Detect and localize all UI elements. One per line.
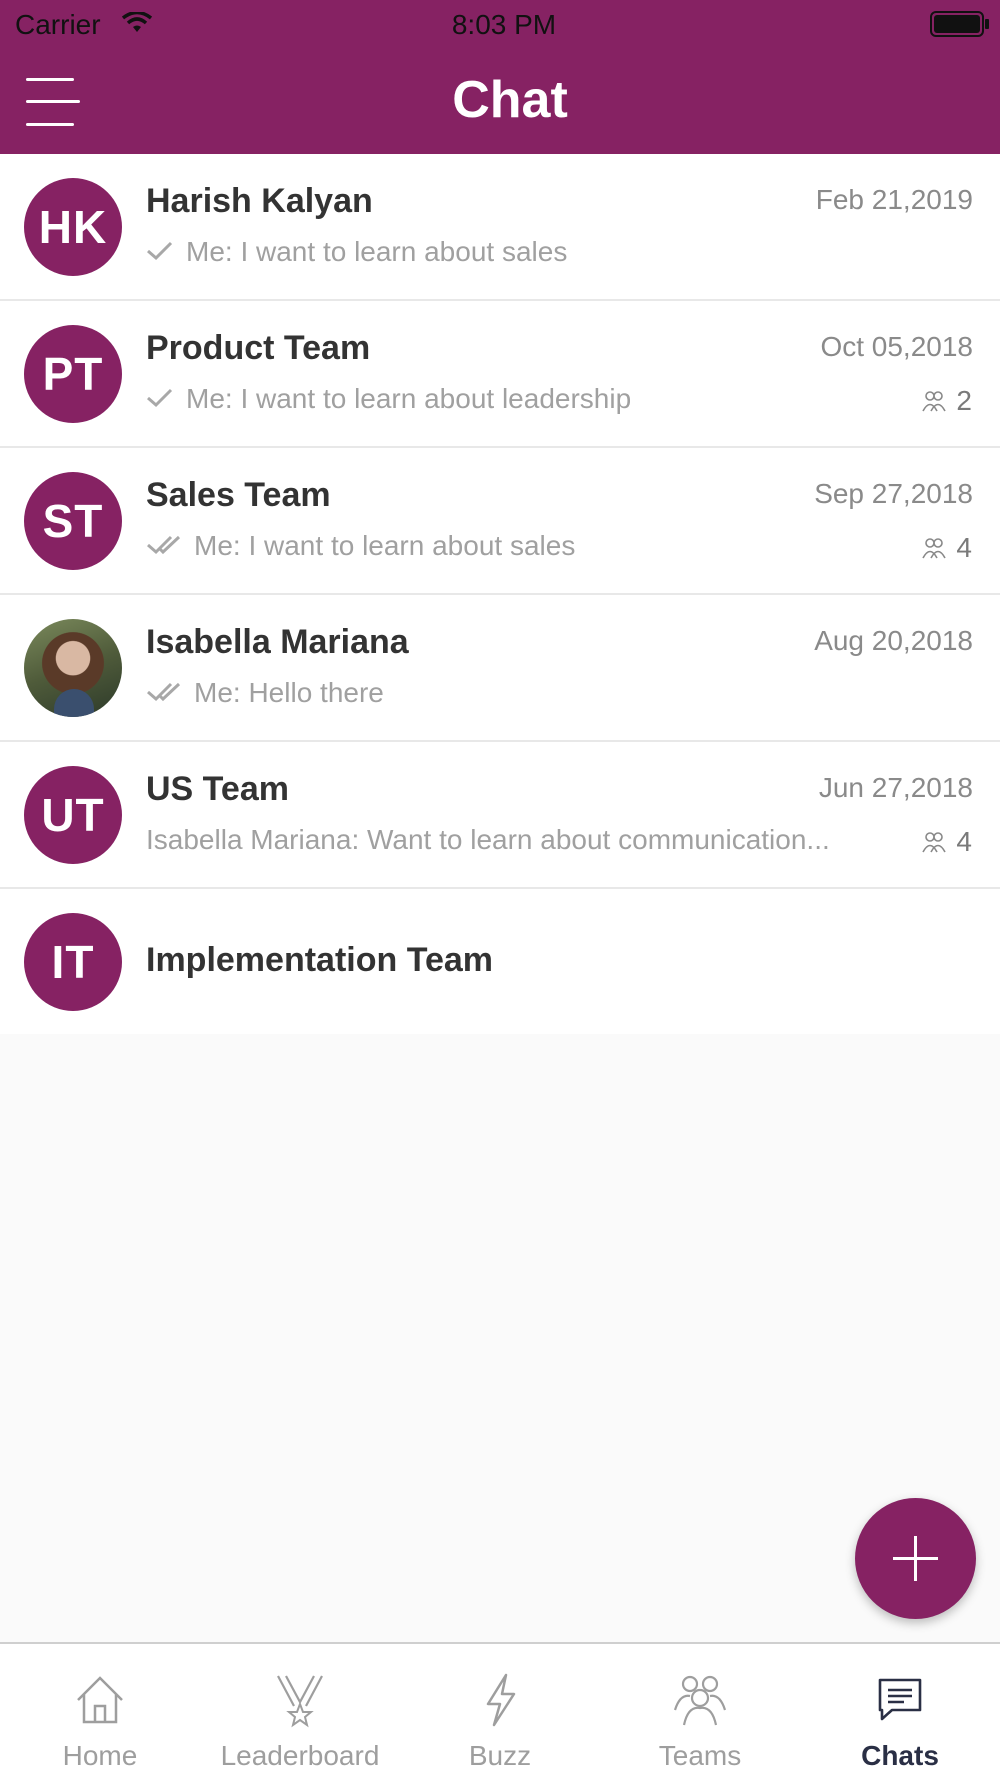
chat-preview: Me: I want to learn about sales xyxy=(146,530,906,562)
chat-preview: Me: Hello there xyxy=(146,677,906,709)
avatar: IT xyxy=(24,913,122,1011)
members-icon xyxy=(922,832,947,853)
chat-name: Harish Kalyan xyxy=(146,182,373,220)
members-icon xyxy=(922,391,947,412)
member-count: 2 xyxy=(922,385,972,417)
single-check-icon xyxy=(146,236,174,268)
chat-preview: Me: I want to learn about leadership xyxy=(146,383,906,415)
chat-name: Product Team xyxy=(146,329,371,367)
chat-preview-text: Me: I want to learn about sales xyxy=(186,236,568,267)
avatar: UT xyxy=(24,766,122,864)
single-check-icon xyxy=(146,383,174,415)
chat-date: Feb 21,2019 xyxy=(815,184,973,215)
chat-item-harish-kalyan[interactable]: HK Harish Kalyan Feb 21,2019 Me: I want … xyxy=(0,154,1000,301)
tab-label: Chats xyxy=(861,1740,939,1771)
double-check-icon xyxy=(146,677,182,709)
chat-name: Isabella Mariana xyxy=(146,623,409,661)
chat-date: Jun 27,2018 xyxy=(818,772,973,803)
tab-leaderboard[interactable]: Leaderboard xyxy=(200,1644,400,1778)
chat-name: US Team xyxy=(146,770,289,808)
chat-preview-text: Isabella Mariana: Want to learn about co… xyxy=(146,824,830,855)
chat-date: Aug 20,2018 xyxy=(814,625,973,656)
chat-list: HK Harish Kalyan Feb 21,2019 Me: I want … xyxy=(0,154,1000,1034)
tab-buzz[interactable]: Buzz xyxy=(400,1644,600,1778)
tab-chats[interactable]: Chats xyxy=(800,1644,1000,1778)
tab-label: Buzz xyxy=(468,1740,532,1771)
chat-item-sales-team[interactable]: ST Sales Team Sep 27,2018 Me: I want to … xyxy=(0,448,1000,595)
chat-preview: Isabella Mariana: Want to learn about co… xyxy=(146,824,894,856)
battery-icon xyxy=(930,11,990,37)
app-header: Carrier 8:03 PM Chat xyxy=(0,0,1000,154)
page-title: Chat xyxy=(452,71,568,129)
members-icon xyxy=(922,538,947,559)
tab-home[interactable]: Home xyxy=(0,1644,200,1778)
tab-label: Home xyxy=(62,1740,138,1771)
new-chat-button[interactable] xyxy=(855,1498,976,1619)
chat-date: Sep 27,2018 xyxy=(814,478,973,509)
member-count-value: 4 xyxy=(956,532,972,563)
home-icon xyxy=(77,1676,123,1724)
chat-item-product-team[interactable]: PT Product Team Oct 05,2018 Me: I want t… xyxy=(0,301,1000,448)
people-icon xyxy=(673,1675,727,1726)
avatar: ST xyxy=(24,472,122,570)
member-count-value: 4 xyxy=(956,826,972,857)
status-bar: Carrier 8:03 PM xyxy=(0,0,1000,50)
tab-label: Leaderboard xyxy=(220,1740,380,1771)
member-count: 4 xyxy=(922,826,972,858)
chat-item-us-team[interactable]: UT US Team Jun 27,2018 Isabella Mariana:… xyxy=(0,742,1000,889)
double-check-icon xyxy=(146,530,182,562)
chat-preview-text: Me: Hello there xyxy=(194,677,384,708)
chat-preview: Me: I want to learn about sales xyxy=(146,236,906,268)
plus-icon xyxy=(893,1536,938,1581)
chat-item-implementation-team[interactable]: IT Implementation Team xyxy=(0,889,1000,1034)
member-count-value: 2 xyxy=(956,385,972,416)
medal-icon xyxy=(277,1675,323,1728)
avatar: PT xyxy=(24,325,122,423)
lightning-icon xyxy=(486,1673,516,1727)
chat-name: Sales Team xyxy=(146,476,331,514)
chat-item-isabella-mariana[interactable]: Isabella Mariana Aug 20,2018 Me: Hello t… xyxy=(0,595,1000,742)
status-time: 8:03 PM xyxy=(451,9,557,40)
tab-teams[interactable]: Teams xyxy=(600,1644,800,1778)
avatar-photo xyxy=(24,619,122,717)
tab-label: Teams xyxy=(658,1740,742,1771)
member-count: 4 xyxy=(922,532,972,564)
avatar: HK xyxy=(24,178,122,276)
chat-preview-text: Me: I want to learn about sales xyxy=(194,530,576,561)
chat-date: Oct 05,2018 xyxy=(820,331,973,362)
chat-bubble-icon xyxy=(878,1678,922,1721)
chat-name: Implementation Team xyxy=(146,941,493,979)
bottom-tab-bar: Home Leaderboard Buzz Teams Chats xyxy=(0,1642,1000,1778)
chat-preview-text: Me: I want to learn about leadership xyxy=(186,383,632,414)
